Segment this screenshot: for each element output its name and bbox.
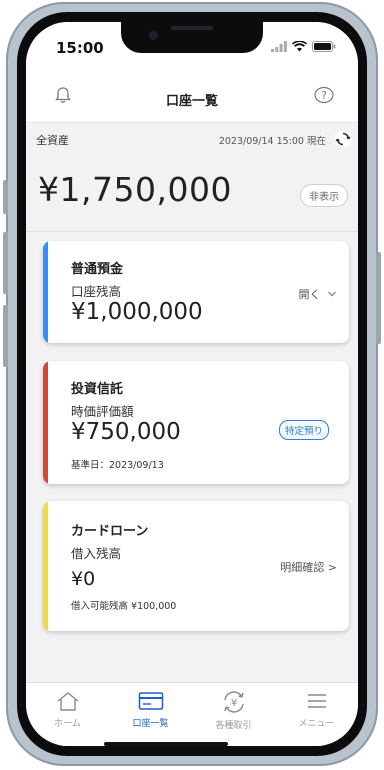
valuation-amount: ¥750,000 <box>71 419 181 445</box>
svg-text:?: ? <box>321 89 327 102</box>
wifi-icon <box>292 41 307 52</box>
tab-label: 各種取引 <box>215 721 252 731</box>
account-name: 普通預金 <box>71 262 124 277</box>
volume-down-button <box>3 305 8 367</box>
account-name: カードローン <box>71 524 149 539</box>
savings-account-card[interactable]: 普通預金 口座残高 ¥1,000,000 開く <box>43 241 349 343</box>
menu-icon <box>307 694 326 708</box>
svg-text:¥: ¥ <box>230 698 236 709</box>
chevron-down-icon <box>328 291 336 297</box>
account-name: 投資信託 <box>71 382 124 397</box>
front-camera <box>149 31 158 40</box>
home-icon <box>57 692 78 711</box>
valuation-label: 時価評価額 <box>71 404 134 419</box>
signal-icon <box>271 41 287 52</box>
balance-label: 口座残高 <box>71 284 122 299</box>
tab-transactions[interactable]: ¥ 各種取引 <box>192 691 275 731</box>
balance-amount: ¥1,000,000 <box>71 299 203 325</box>
base-date: 基準日：2023/09/13 <box>71 460 164 471</box>
total-assets-section: 全資産 2023/09/14 15:00 現在 ¥1,750,000 非表示 <box>26 123 358 232</box>
status-icons <box>271 41 336 52</box>
view-details-link[interactable]: 明細確認 > <box>280 559 337 575</box>
status-badge: 特定預り <box>278 420 329 440</box>
card-loan-card[interactable]: カードローン 借入残高 ¥0 借入可能残高 ¥100,000 明細確認 > <box>43 501 349 631</box>
battery-icon <box>312 41 336 52</box>
open-label: 開く <box>298 288 321 301</box>
power-button <box>376 252 381 344</box>
volume-up-button <box>3 232 8 294</box>
help-icon[interactable]: ? <box>314 86 334 104</box>
page-title: 口座一覧 <box>165 94 218 109</box>
speaker <box>171 26 213 30</box>
card-accent-bar <box>43 501 48 631</box>
screen: 15:00 口座一覧 ? 全資産 2023/09/14 15:00 現在 ¥1,… <box>26 22 358 746</box>
card-accent-bar <box>43 361 48 484</box>
hide-button[interactable]: 非表示 <box>300 184 348 207</box>
yen-exchange-icon: ¥ <box>223 691 244 713</box>
tab-label: 口座一覧 <box>132 719 169 729</box>
tab-label: ホーム <box>54 719 81 729</box>
home-indicator[interactable] <box>104 742 228 746</box>
investment-trust-card[interactable]: 投資信託 時価評価額 ¥750,000 特定預り 基準日：2023/09/13 <box>43 361 349 484</box>
card-accent-bar <box>43 241 48 343</box>
as-of-timestamp: 2023/09/14 15:00 現在 <box>218 136 326 147</box>
loan-balance-amount: ¥0 <box>71 568 96 590</box>
tab-label: メニュー <box>298 719 335 729</box>
mute-switch <box>3 180 8 214</box>
phone-frame: 15:00 口座一覧 ? 全資産 2023/09/14 15:00 現在 ¥1,… <box>3 2 381 766</box>
total-assets-label: 全資産 <box>36 134 69 147</box>
tab-home[interactable]: ホーム <box>26 691 109 729</box>
bezel: 15:00 口座一覧 ? 全資産 2023/09/14 15:00 現在 ¥1,… <box>17 12 367 756</box>
refresh-icon[interactable] <box>334 130 352 148</box>
notch <box>121 22 263 53</box>
open-button[interactable]: 開く <box>299 286 338 302</box>
app-header: 口座一覧 ? <box>26 68 358 123</box>
tab-bar: ホーム 口座一覧 ¥ 各種取引 メニュー <box>26 682 358 746</box>
tab-accounts[interactable]: 口座一覧 <box>109 691 192 729</box>
card-icon <box>138 692 163 710</box>
tab-menu[interactable]: メニュー <box>275 691 358 729</box>
status-time: 15:00 <box>56 39 104 57</box>
available-credit: 借入可能残高 ¥100,000 <box>71 601 177 612</box>
total-assets-amount: ¥1,750,000 <box>38 170 232 209</box>
loan-balance-label: 借入残高 <box>71 546 122 561</box>
